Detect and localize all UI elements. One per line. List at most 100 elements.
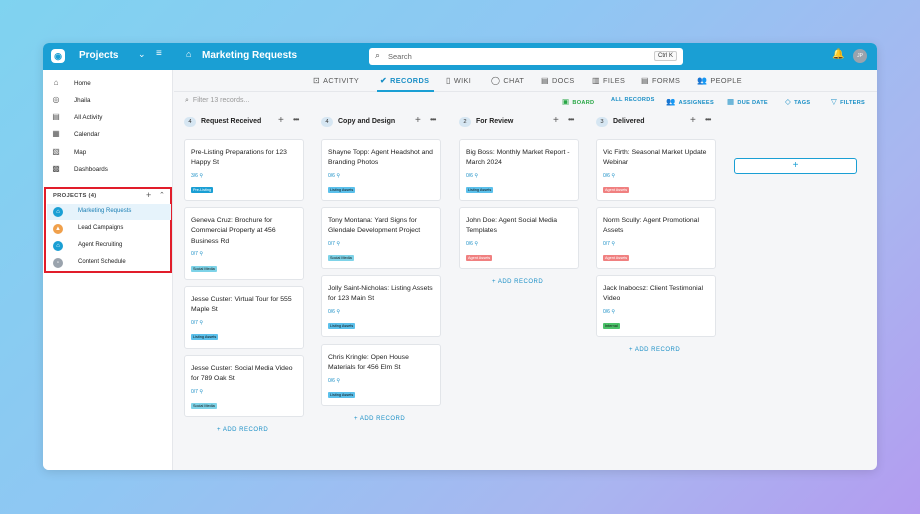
all-records-label: ALL RECORDS [611,97,655,103]
sidebar-item-marketing-requests[interactable]: ⌂ Marketing Requests [47,204,171,220]
chevron-down-icon[interactable]: ⌄ [138,49,146,60]
subtask-icon: ⚲ [199,389,204,395]
add-record-button[interactable]: + ADD RECORD [354,416,405,422]
add-card-icon[interactable]: + [278,115,284,126]
progress-text: 0/6 [328,309,335,315]
check-circle-icon: ✔ [380,76,388,85]
more-options-icon[interactable]: ••• [568,115,574,124]
card-progress: 0/6 ⚲ [466,173,478,179]
more-options-icon[interactable]: ••• [705,115,711,124]
record-card[interactable]: John Doe: Agent Social Media Templates 0… [459,207,579,269]
sidebar-item-all-activity[interactable]: ▤ All Activity [43,110,173,126]
card-progress: 0/7 ⚲ [191,251,203,257]
add-card-icon[interactable]: + [553,115,559,126]
sidebar-item-calendar[interactable]: ▦ Calendar [43,127,173,143]
tab-label: CHAT [503,76,525,85]
card-progress: 0/6 ⚲ [328,309,340,315]
top-bar: ◉ Projects ⌄ ≡ ⌂ Marketing Requests ⌕ Se… [43,43,877,70]
subtask-icon: ⚲ [336,241,341,247]
tab-activity[interactable]: ⊡ ACTIVITY [313,76,359,85]
tags-button[interactable]: ◇ TAGS [785,97,810,106]
bell-icon[interactable]: 🔔 [832,49,844,60]
add-project-icon[interactable]: + [146,190,151,200]
sidebar-item-label: Map [74,149,87,156]
document-icon: ▯ [446,76,451,85]
subtask-icon: ⚲ [336,378,341,384]
sidebar-item-lead-campaigns[interactable]: ▲ Lead Campaigns [47,221,171,237]
add-card-icon[interactable]: + [415,115,421,126]
add-record-button[interactable]: + ADD RECORD [217,427,268,433]
search-input[interactable]: ⌕ Search Ctrl K [369,48,683,65]
progress-text: 0/6 [328,173,335,179]
add-card-icon[interactable]: + [690,115,696,126]
sidebar-item-map[interactable]: ▧ Map [43,145,173,161]
calendar-icon: ▦ [52,129,60,138]
sidebar-item-dashboards[interactable]: ▩ Dashboards [43,162,173,178]
record-card[interactable]: Vic Firth: Seasonal Market Update Webina… [596,139,716,201]
avatar[interactable]: JP [853,49,867,63]
app-logo-icon[interactable]: ◉ [51,49,65,63]
tab-files[interactable]: ▥ FILES [592,76,625,85]
files-icon: ▥ [592,76,600,85]
chevron-up-icon[interactable]: ⌃ [159,191,165,199]
record-card[interactable]: Jesse Custer: Virtual Tour for 555 Maple… [184,286,304,349]
subtask-icon: ⚲ [336,173,341,179]
people-icon: 👥 [697,76,708,85]
tab-people[interactable]: 👥 PEOPLE [697,76,742,85]
tab-chat[interactable]: ◯ CHAT [491,76,524,85]
tab-records[interactable]: ✔ RECORDS [380,76,429,85]
docs-icon: ▤ [541,76,549,85]
add-record-button[interactable]: + ADD RECORD [492,279,543,285]
tag-badge: Agent Assets [603,255,630,261]
column-header: 3 Delivered + ••• [586,114,720,131]
record-card[interactable]: Pre-Listing Preparations for 123 Happy S… [184,139,304,201]
assignees-button[interactable]: 👥 ASSIGNEES [666,97,714,106]
sidebar-item-label: All Activity [74,114,103,121]
sidebar-item-home[interactable]: ⌂ Home [43,76,173,92]
progress-text: 0/7 [603,241,610,247]
record-card[interactable]: Geneva Cruz: Brochure for Commercial Pro… [184,207,304,280]
record-card[interactable]: Jack Inabocsz: Client Testimonial Video … [596,275,716,337]
app-window: ◉ Projects ⌄ ≡ ⌂ Marketing Requests ⌕ Se… [43,43,877,470]
subtask-icon: ⚲ [474,173,479,179]
board-view-button[interactable]: ▣ BOARD [562,97,594,106]
progress-text: 0/7 [328,241,335,247]
record-card[interactable]: Norm Scully: Agent Promotional Assets 0/… [596,207,716,269]
sidebar-item-agent-recruiting[interactable]: ⌂ Agent Recruiting [47,238,171,254]
tab-docs[interactable]: ▤ DOCS [541,76,575,85]
record-card[interactable]: Tony Montana: Yard Signs for Glendale De… [321,207,441,269]
sidebar-item-content-schedule[interactable]: ▫ Content Schedule [47,255,171,271]
card-title: Norm Scully: Agent Promotional Assets [603,217,699,235]
project-lead-icon: ▲ [53,224,63,234]
record-card[interactable]: Chris Kringle: Open House Materials for … [321,344,441,406]
tab-bar: ⊡ ACTIVITY ✔ RECORDS ▯ WIKI ◯ CHAT ▤ DOCS ▥ FI… [174,70,877,92]
column-title: Copy and Design [338,118,396,125]
more-options-icon[interactable]: ••• [430,115,436,124]
record-card[interactable]: Shayne Topp: Agent Headshot and Branding… [321,139,441,201]
sidebar-item-jhaila[interactable]: ◎ Jhaila [43,93,173,109]
column-header: 4 Copy and Design + ••• [311,114,445,131]
card-progress: 0/6 ⚲ [466,241,478,247]
filter-records-input[interactable]: ⌕ Filter 13 records... [185,97,249,105]
filter-placeholder: Filter 13 records... [192,97,250,104]
project-calendar-icon: ▫ [53,258,63,268]
tag-badge: Social Media [191,266,217,272]
tab-forms[interactable]: ▤ FORMS [641,76,680,85]
collapse-sidebar-icon[interactable]: ≡ [156,48,162,59]
tag-badge: Social Media [191,403,217,409]
tab-label: WIKI [453,76,472,85]
card-progress: 0/6 ⚲ [603,309,615,315]
projects-switcher-label[interactable]: Projects [79,50,118,61]
add-column-button[interactable]: + [734,158,857,174]
more-options-icon[interactable]: ••• [293,115,299,124]
record-card[interactable]: Jesse Custer: Social Media Video for 789… [184,355,304,417]
all-records-button[interactable]: ALL RECORDS [611,97,655,103]
tab-wiki[interactable]: ▯ WIKI [446,76,471,85]
tag-badge: Listing Assets [466,187,494,193]
record-card[interactable]: Big Boss: Monthly Market Report - March … [459,139,579,201]
filters-button[interactable]: ▽ FILTERS [831,97,865,106]
record-card[interactable]: Jolly Saint-Nicholas: Listing Assets for… [321,275,441,337]
tag-badge: Agent Assets [603,187,630,193]
due-date-button[interactable]: ▦ DUE DATE [727,97,768,106]
add-record-button[interactable]: + ADD RECORD [629,347,680,353]
